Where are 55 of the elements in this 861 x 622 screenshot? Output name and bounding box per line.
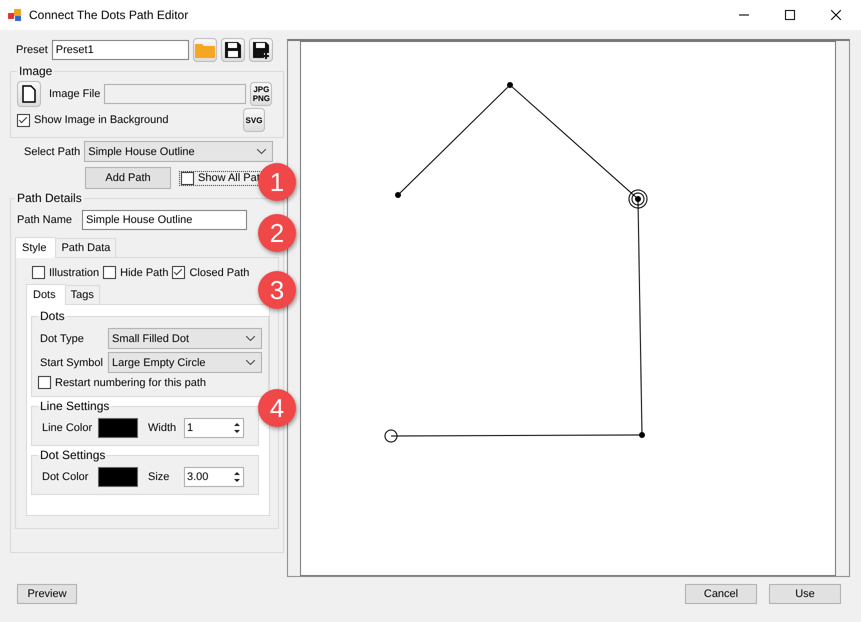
width-spinner[interactable]: 1 [184, 418, 244, 438]
jpg-png-button[interactable]: JPG PNG [250, 82, 272, 106]
start-symbol-dropdown[interactable]: Large Empty Circle [108, 352, 262, 373]
callout-badge: 2 [258, 214, 296, 252]
save-as-button[interactable] [248, 38, 273, 62]
window-title: Connect The Dots Path Editor [29, 8, 188, 22]
size-spinner[interactable]: 3.00 [184, 467, 244, 487]
dot-color-label: Dot Color [42, 471, 90, 483]
chevron-icon [246, 336, 255, 341]
dots-legend: Dots [38, 309, 67, 323]
save-button[interactable] [220, 38, 245, 62]
image-legend: Image [17, 64, 54, 78]
option-checkbox[interactable]: Closed Path [172, 266, 250, 279]
app-icon [8, 8, 22, 22]
tab[interactable]: Dots [26, 284, 66, 305]
cancel-button[interactable]: Cancel [685, 584, 757, 604]
option-checkbox[interactable]: Illustration [32, 266, 100, 279]
tab[interactable]: Style [15, 237, 56, 258]
path-name-field[interactable]: Simple House Outline [82, 210, 248, 230]
use-button[interactable]: Use [769, 584, 841, 604]
path-name-label: Path Name [17, 214, 72, 226]
line-settings-legend: Line Settings [38, 399, 112, 413]
floppy-disk-plus-icon [252, 41, 270, 59]
preset-field[interactable]: Preset1 [52, 40, 189, 60]
image-file-label: Image File [49, 88, 100, 100]
option-checkbox[interactable]: Hide Path [103, 266, 168, 279]
preview-button[interactable]: Preview [17, 584, 77, 604]
image-file-field[interactable] [104, 84, 246, 104]
chevron-icon [257, 149, 266, 154]
dot-type-dropdown[interactable]: Small Filled Dot [108, 328, 262, 349]
show-image-checkbox[interactable]: Show Image in Background [17, 114, 239, 126]
maximize-icon[interactable] [785, 10, 795, 20]
preset-label: Preset [16, 44, 48, 56]
restart-numbering-checkbox[interactable]: Restart numbering for this path [38, 376, 206, 389]
svg-button[interactable]: SVG [243, 108, 265, 132]
tab[interactable]: Path Data [55, 238, 116, 257]
select-path-label: Select Path [24, 146, 80, 158]
folder-icon [194, 42, 215, 58]
size-label: Size [148, 471, 170, 483]
line-color-swatch[interactable] [98, 418, 138, 438]
callout-badge: 1 [258, 163, 296, 201]
document-icon [22, 85, 36, 103]
dot-settings-legend: Dot Settings [38, 448, 108, 462]
path-details-legend: Path Details [15, 191, 84, 205]
dot-type-label: Dot Type [40, 332, 85, 344]
new-image-button[interactable] [17, 81, 41, 107]
line-color-label: Line Color [42, 422, 94, 434]
select-path-dropdown[interactable]: Simple House Outline [84, 141, 274, 162]
close-icon[interactable] [831, 10, 841, 20]
width-label: Width [148, 422, 174, 434]
chevron-icon [246, 360, 255, 365]
tab[interactable]: Tags [64, 285, 100, 304]
dot-color-swatch[interactable] [98, 467, 138, 487]
start-symbol-label: Start Symbol [40, 356, 104, 368]
add-path-button[interactable]: Add Path [85, 167, 171, 189]
